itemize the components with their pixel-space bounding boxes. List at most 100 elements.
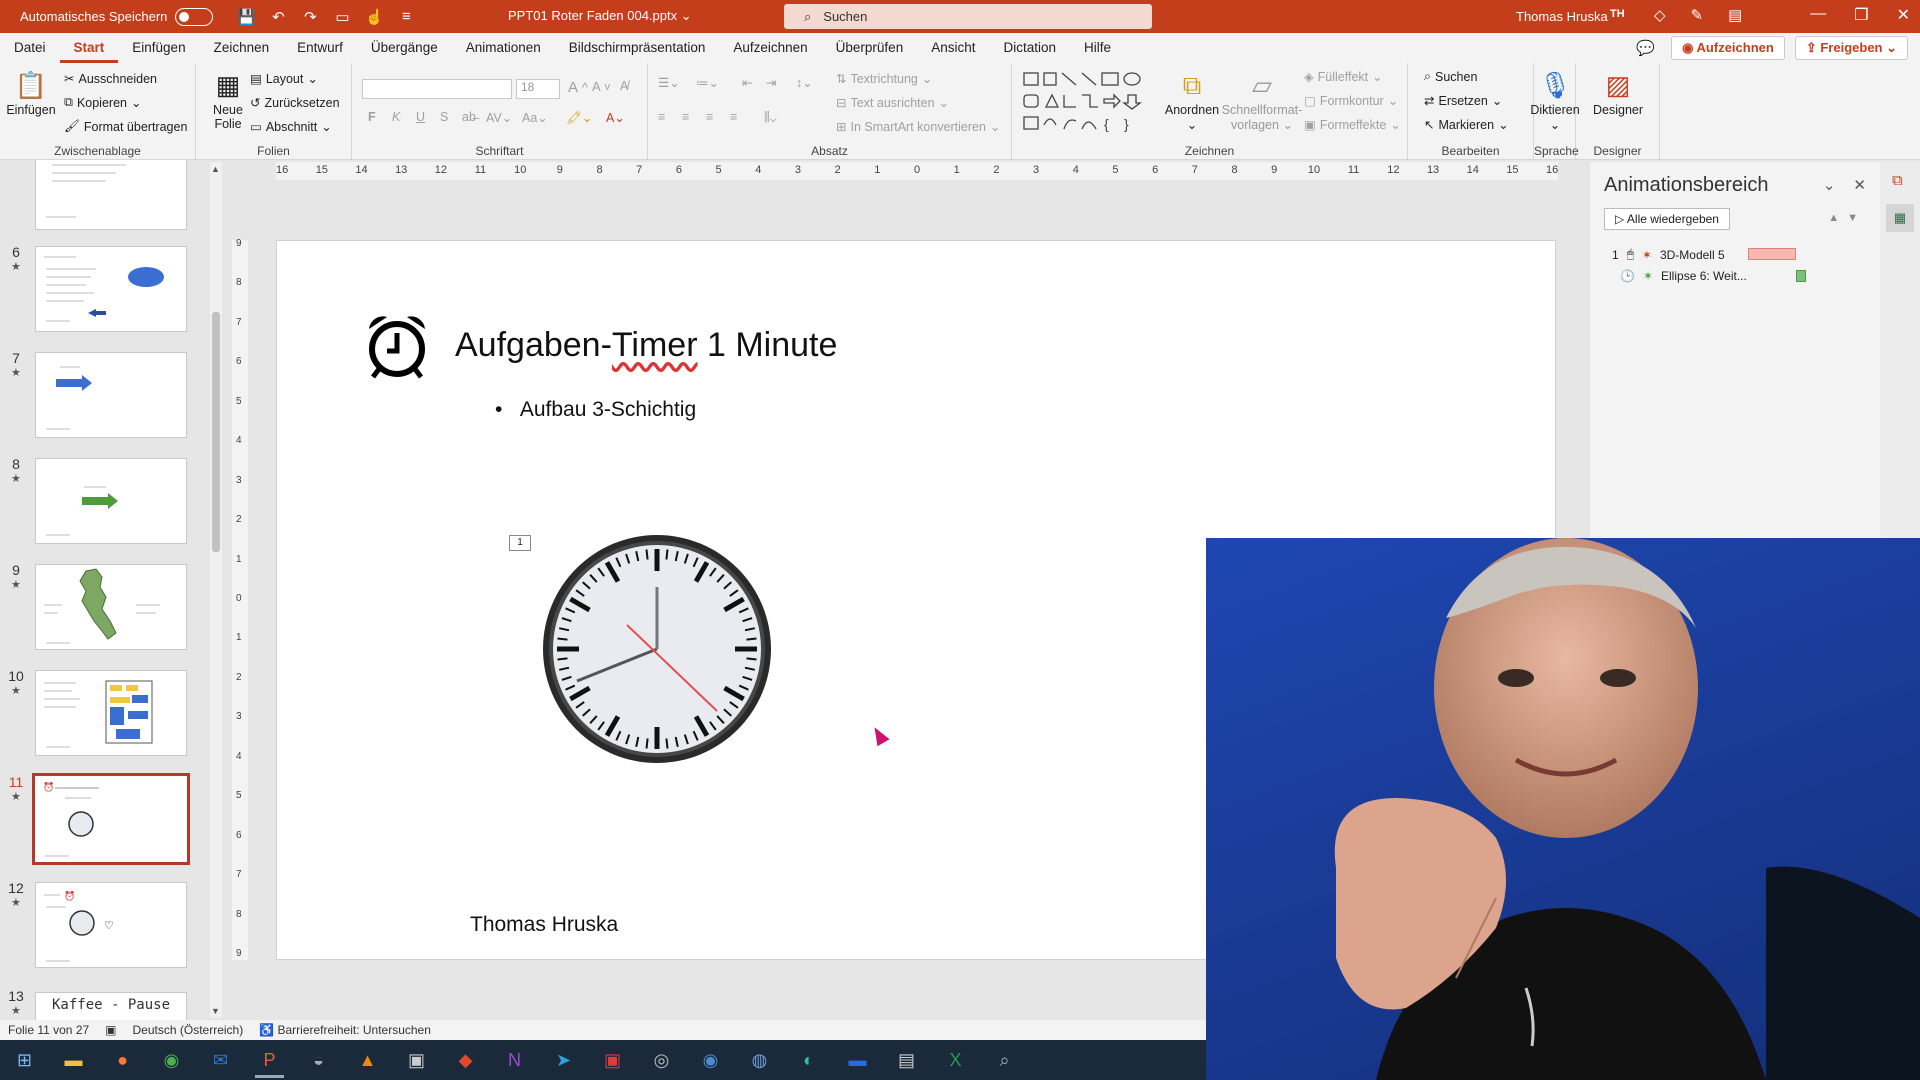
telegram-icon[interactable]: ➤ (539, 1040, 588, 1080)
excel-icon[interactable]: X (931, 1040, 980, 1080)
grow-font-icon[interactable]: A ^ (568, 79, 588, 96)
highlight-icon[interactable]: 🖍⌄ (566, 110, 592, 126)
decrease-indent-icon[interactable]: ⇤ (742, 75, 752, 90)
app-icon[interactable]: ▣ (588, 1040, 637, 1080)
touch-mode-icon[interactable]: ☝ (363, 8, 385, 26)
edge-icon[interactable]: ◐ (784, 1040, 833, 1080)
tab-zeichnen[interactable]: Zeichnen (200, 33, 284, 63)
slide-footer-author[interactable]: Thomas Hruska (470, 913, 618, 937)
app-icon[interactable]: ◉ (686, 1040, 735, 1080)
arrange-button[interactable]: ⧉ Anordnen ⌄ (1162, 67, 1222, 132)
app-icon[interactable]: ◆ (441, 1040, 490, 1080)
spellcheck-icon[interactable]: ▣ (105, 1023, 116, 1037)
line-spacing-icon[interactable]: ↕⌄ (796, 75, 813, 90)
app-icon[interactable]: ▤ (882, 1040, 931, 1080)
shape-fill-button[interactable]: ◈ Fülleffekt ⌄ (1304, 69, 1383, 85)
start-slideshow-icon[interactable]: ▭ (331, 8, 353, 26)
justify-icon[interactable]: ≡ (730, 110, 737, 124)
cut-button[interactable]: ✂ Ausschneiden (64, 71, 157, 87)
tab-ueberpruefen[interactable]: Überprüfen (822, 33, 918, 63)
align-right-icon[interactable]: ≡ (706, 110, 713, 124)
comment-icon[interactable]: 💬 (1636, 39, 1655, 57)
outlook-icon[interactable]: ✉ (196, 1040, 245, 1080)
close-icon[interactable]: ✕ (1897, 5, 1910, 25)
tab-einfuegen[interactable]: Einfügen (118, 33, 199, 63)
bullets-icon[interactable]: ☰⌄ (658, 75, 680, 90)
char-spacing-icon[interactable]: AV⌄ (486, 110, 512, 125)
slide-counter[interactable]: Folie 11 von 27 (8, 1023, 89, 1037)
bold-button[interactable]: F (368, 110, 376, 124)
app-icon[interactable]: ▣ (392, 1040, 441, 1080)
slide-bullet[interactable]: • Aufbau 3-Schichtig (495, 398, 696, 422)
ribbon-display-icon[interactable]: ▤ (1728, 6, 1742, 24)
powerpoint-icon[interactable]: P (245, 1040, 294, 1080)
scroll-up-icon[interactable]: ▲ (211, 164, 220, 174)
thumbnail-scrollbar[interactable]: ▲ ▼ (210, 162, 222, 1018)
tab-start[interactable]: Start (59, 33, 119, 63)
tab-ansicht[interactable]: Ansicht (917, 33, 989, 63)
move-up-icon[interactable]: ▲ (1828, 212, 1839, 224)
font-name-combo[interactable] (362, 79, 512, 99)
app-icon[interactable]: ◒ (294, 1040, 343, 1080)
find-button[interactable]: ⌕ Suchen (1424, 69, 1477, 84)
italic-button[interactable]: K (392, 110, 400, 124)
app-icon[interactable]: ◍ (735, 1040, 784, 1080)
save-icon[interactable]: 💾 (235, 8, 257, 26)
shapes-gallery[interactable]: {} (1020, 69, 1160, 135)
select-button[interactable]: ↖ Markieren ⌄ (1424, 117, 1509, 133)
tab-animationen[interactable]: Animationen (452, 33, 555, 63)
animation-item[interactable]: 1 🖱 ✶ 3D-Modell 5 (1612, 247, 1725, 262)
slide-title[interactable]: Aufgaben-Timer 1 Minute (455, 326, 837, 365)
columns-icon[interactable]: ⫼⌄ (764, 110, 777, 125)
restore-icon[interactable]: ❐ (1854, 5, 1868, 25)
change-case-icon[interactable]: Aa⌄ (522, 110, 548, 125)
shape-outline-button[interactable]: ▢ Formkontur ⌄ (1304, 93, 1398, 109)
customize-qat-icon[interactable]: ≡ (395, 8, 417, 26)
file-explorer-icon[interactable]: ▬ (49, 1040, 98, 1080)
windows-start-icon[interactable]: ⊞ (0, 1040, 49, 1080)
tab-aufzeichnen[interactable]: Aufzeichnen (719, 33, 821, 63)
copy-button[interactable]: ⧉ Kopieren ⌄ (64, 95, 141, 110)
app-icon[interactable]: ◎ (637, 1040, 686, 1080)
slide-thumbnail-selected[interactable]: ⏰ (32, 773, 190, 865)
accessibility-status[interactable]: ♿ Barrierefreiheit: Untersuchen (259, 1023, 431, 1037)
move-down-icon[interactable]: ▼ (1847, 212, 1858, 224)
align-text-button[interactable]: ⊟ Text ausrichten ⌄ (836, 95, 949, 111)
slide-thumbnail[interactable]: ⏰ ♡ (35, 882, 187, 968)
layout-button[interactable]: ▤ Layout ⌄ (250, 71, 318, 87)
scrollbar-thumb[interactable] (212, 312, 220, 552)
font-size-combo[interactable]: 18 (516, 79, 560, 99)
search-box[interactable]: ⌕ Suchen (784, 4, 1152, 29)
app-icon[interactable]: ⌕ (980, 1040, 1029, 1080)
animation-timeline-bar[interactable] (1748, 248, 1796, 260)
slide-thumbnail[interactable] (35, 246, 187, 332)
pane-switch-icon[interactable]: ⧉ (1892, 172, 1903, 189)
text-direction-button[interactable]: ⇅ Textrichtung ⌄ (836, 71, 932, 87)
slide-thumbnail[interactable]: Kaffee - Pause (35, 992, 187, 1020)
diamond-icon[interactable]: ◇ (1654, 6, 1666, 24)
animation-item[interactable]: 🕒 ✶ Ellipse 6: Weit... (1620, 269, 1747, 283)
section-button[interactable]: ▭ Abschnitt ⌄ (250, 119, 332, 135)
dictate-button[interactable]: 🎙 Diktieren ⌄ (1528, 67, 1582, 132)
slide-thumbnail[interactable] (35, 564, 187, 650)
reset-button[interactable]: ↺ Zurücksetzen (250, 95, 340, 111)
pen-icon[interactable]: ✎ (1691, 6, 1704, 24)
replace-button[interactable]: ⇄ Ersetzen ⌄ (1424, 93, 1502, 109)
shadow-button[interactable]: S (440, 110, 448, 124)
align-left-icon[interactable]: ≡ (658, 110, 665, 124)
tab-dictation[interactable]: Dictation (989, 33, 1070, 63)
slide-thumbnail[interactable] (35, 670, 187, 756)
chrome-icon[interactable]: ◉ (147, 1040, 196, 1080)
chevron-down-icon[interactable]: ⌄ (1823, 176, 1836, 194)
clock-3d-model[interactable] (540, 532, 774, 766)
alarm-clock-icon[interactable] (361, 309, 433, 381)
slide-thumbnail[interactable] (35, 160, 187, 230)
format-painter-button[interactable]: 🖌 Format übertragen (64, 119, 187, 134)
firefox-icon[interactable]: ● (98, 1040, 147, 1080)
avatar[interactable]: TH (1610, 8, 1625, 20)
tab-hilfe[interactable]: Hilfe (1070, 33, 1125, 63)
autosave[interactable]: Automatisches Speichern (0, 7, 214, 26)
autosave-toggle[interactable] (175, 7, 214, 26)
share-button[interactable]: ⇪ Freigeben ⌄ (1794, 36, 1908, 60)
minimize-icon[interactable]: — (1810, 5, 1826, 25)
